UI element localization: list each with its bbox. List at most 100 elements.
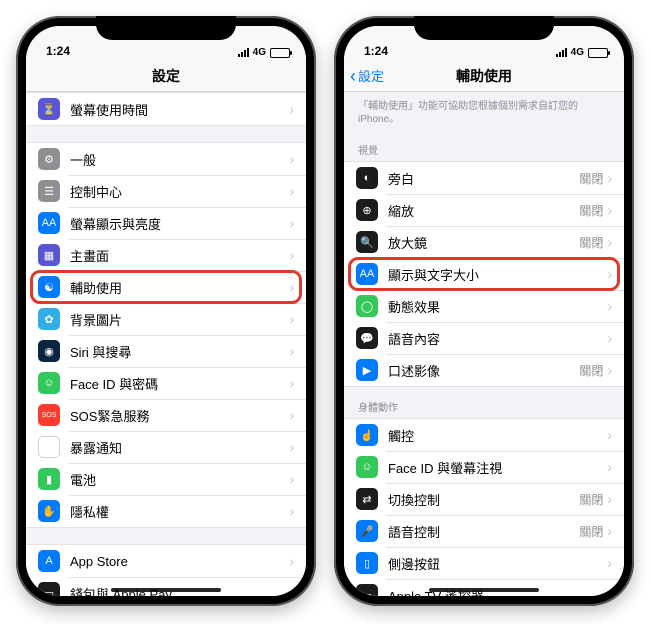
chevron-right-icon: › [607,170,612,186]
row-label: 觸控 [388,426,607,445]
signal-icon [556,48,567,57]
audio-desc-icon: ▶ [356,359,378,381]
wallet-icon: ▭ [38,582,60,596]
settings-row[interactable]: ☰控制中心› [26,175,306,207]
exposure-icon: ✱ [38,436,60,458]
carrier-label: 4G [571,47,584,58]
screen-accessibility: 1:24 4G ‹ 設定 輔助使用 「輔助使用」功能可協助您根據個別需求自訂您的… [344,26,624,596]
chevron-right-icon: › [289,343,294,359]
voice-ctrl-icon: 🎤 [356,520,378,542]
chevron-right-icon: › [607,523,612,539]
row-label: 動態效果 [388,297,607,316]
row-label: 暴露通知 [70,438,289,457]
settings-row[interactable]: ✋隱私權› [26,495,306,527]
screen-settings: 1:24 4G 設定 ⏳螢幕使用時間›⚙一般›☰控制中心›AA螢幕顯示與亮度›▦… [26,26,306,596]
settings-row[interactable]: ▮電池› [26,463,306,495]
notch [96,16,236,40]
accessibility-list[interactable]: 「輔助使用」功能可協助您根據個別需求自訂您的iPhone。視覺◐旁白關閉›⊕縮放… [344,92,624,596]
wallpaper-icon: ✿ [38,308,60,330]
spoken-icon: 💬 [356,327,378,349]
settings-row[interactable]: ▯ 側邊按鈕› [344,547,624,579]
chevron-right-icon: › [289,183,294,199]
settings-row[interactable]: ⚙ 一般› [26,143,306,175]
chevron-right-icon: › [607,266,612,282]
settings-row[interactable]: AA螢幕顯示與亮度› [26,207,306,239]
hourglass-icon: ⏳ [38,98,60,120]
settings-row[interactable]: AA顯示與文字大小› [344,258,624,290]
chevron-right-icon: › [607,555,612,571]
zoom-icon: ⊕ [356,199,378,221]
row-label: 口述影像 [388,361,579,380]
accessibility-icon: ☯ [38,276,60,298]
row-label: 電池 [70,470,289,489]
settings-row[interactable]: ⏳螢幕使用時間› [26,93,306,125]
nav-title: 設定 [152,66,180,86]
row-label: 旁白 [388,169,579,188]
row-label: 輔助使用 [70,278,289,297]
back-label: 設定 [358,66,384,85]
settings-row[interactable]: ◐ 旁白關閉› [344,162,624,194]
settings-row[interactable]: 🎤語音控制關閉› [344,515,624,547]
settings-row[interactable]: ✿背景圖片› [26,303,306,335]
gear-icon: ⚙ [38,148,60,170]
settings-row[interactable]: ☯ 輔助使用› [26,271,306,303]
settings-row[interactable]: ☺Face ID 與密碼› [26,367,306,399]
row-label: Siri 與搜尋 [70,342,289,361]
face-attn-icon: ☺ [356,456,378,478]
settings-row[interactable]: SOS SOS緊急服務› [26,399,306,431]
chevron-left-icon: ‹ [350,69,356,83]
switches-icon: ☰ [38,180,60,202]
settings-row[interactable]: AApp Store› [26,545,306,577]
settings-list[interactable]: ⏳螢幕使用時間›⚙一般›☰控制中心›AA螢幕顯示與亮度›▦主畫面›☯輔助使用›✿… [26,92,306,596]
row-value: 關閉 [579,170,603,187]
privacy-icon: ✋ [38,500,60,522]
faceid-icon: ☺ [38,372,60,394]
chevron-right-icon: › [289,503,294,519]
row-label: 縮放 [388,201,579,220]
chevron-right-icon: › [289,279,294,295]
status-time: 1:24 [46,44,70,58]
grid-icon: ▦ [38,244,60,266]
settings-row[interactable]: ▭錢包與 Apple Pay› [26,577,306,596]
voiceover-icon: ◐ [356,167,378,189]
chevron-right-icon: › [289,215,294,231]
nav-title: 輔助使用 [456,66,512,86]
sos-icon: SOS [38,404,60,426]
home-indicator[interactable] [429,588,539,592]
home-indicator[interactable] [111,588,221,592]
settings-row[interactable]: ▶口述影像關閉› [344,354,624,386]
chevron-right-icon: › [289,439,294,455]
text-size-icon: AA [356,263,378,285]
row-label: 一般 [70,150,289,169]
row-label: SOS緊急服務 [70,406,289,425]
row-label: 語音內容 [388,329,607,348]
row-label: 放大鏡 [388,233,579,252]
settings-row[interactable]: 🔍放大鏡關閉› [344,226,624,258]
chevron-right-icon: › [607,427,612,443]
row-value: 關閉 [579,362,603,379]
row-label: 背景圖片 [70,310,289,329]
settings-row[interactable]: ✱ 暴露通知› [26,431,306,463]
settings-row[interactable]: ⇄切換控制關閉› [344,483,624,515]
chevron-right-icon: › [289,247,294,263]
chevron-right-icon: › [607,491,612,507]
settings-row[interactable]: ▦主畫面› [26,239,306,271]
settings-row[interactable]: ◯動態效果› [344,290,624,322]
motion-icon: ◯ [356,295,378,317]
chevron-right-icon: › [289,375,294,391]
settings-row[interactable]: ☺Face ID 與螢幕注視› [344,451,624,483]
back-button[interactable]: ‹ 設定 [350,66,384,85]
chevron-right-icon: › [289,407,294,423]
row-label: App Store [70,554,289,569]
side-btn-icon: ▯ [356,552,378,574]
magnifier-icon: 🔍 [356,231,378,253]
screen-aa-icon: AA [38,212,60,234]
settings-row[interactable]: ☝觸控› [344,419,624,451]
settings-row[interactable]: 💬語音內容› [344,322,624,354]
settings-row[interactable]: ◉Siri 與搜尋› [26,335,306,367]
row-label: 螢幕使用時間 [70,100,289,119]
settings-row[interactable]: ⊕縮放關閉› [344,194,624,226]
row-value: 關閉 [579,234,603,251]
chevron-right-icon: › [289,151,294,167]
row-label: 側邊按鈕 [388,554,607,573]
